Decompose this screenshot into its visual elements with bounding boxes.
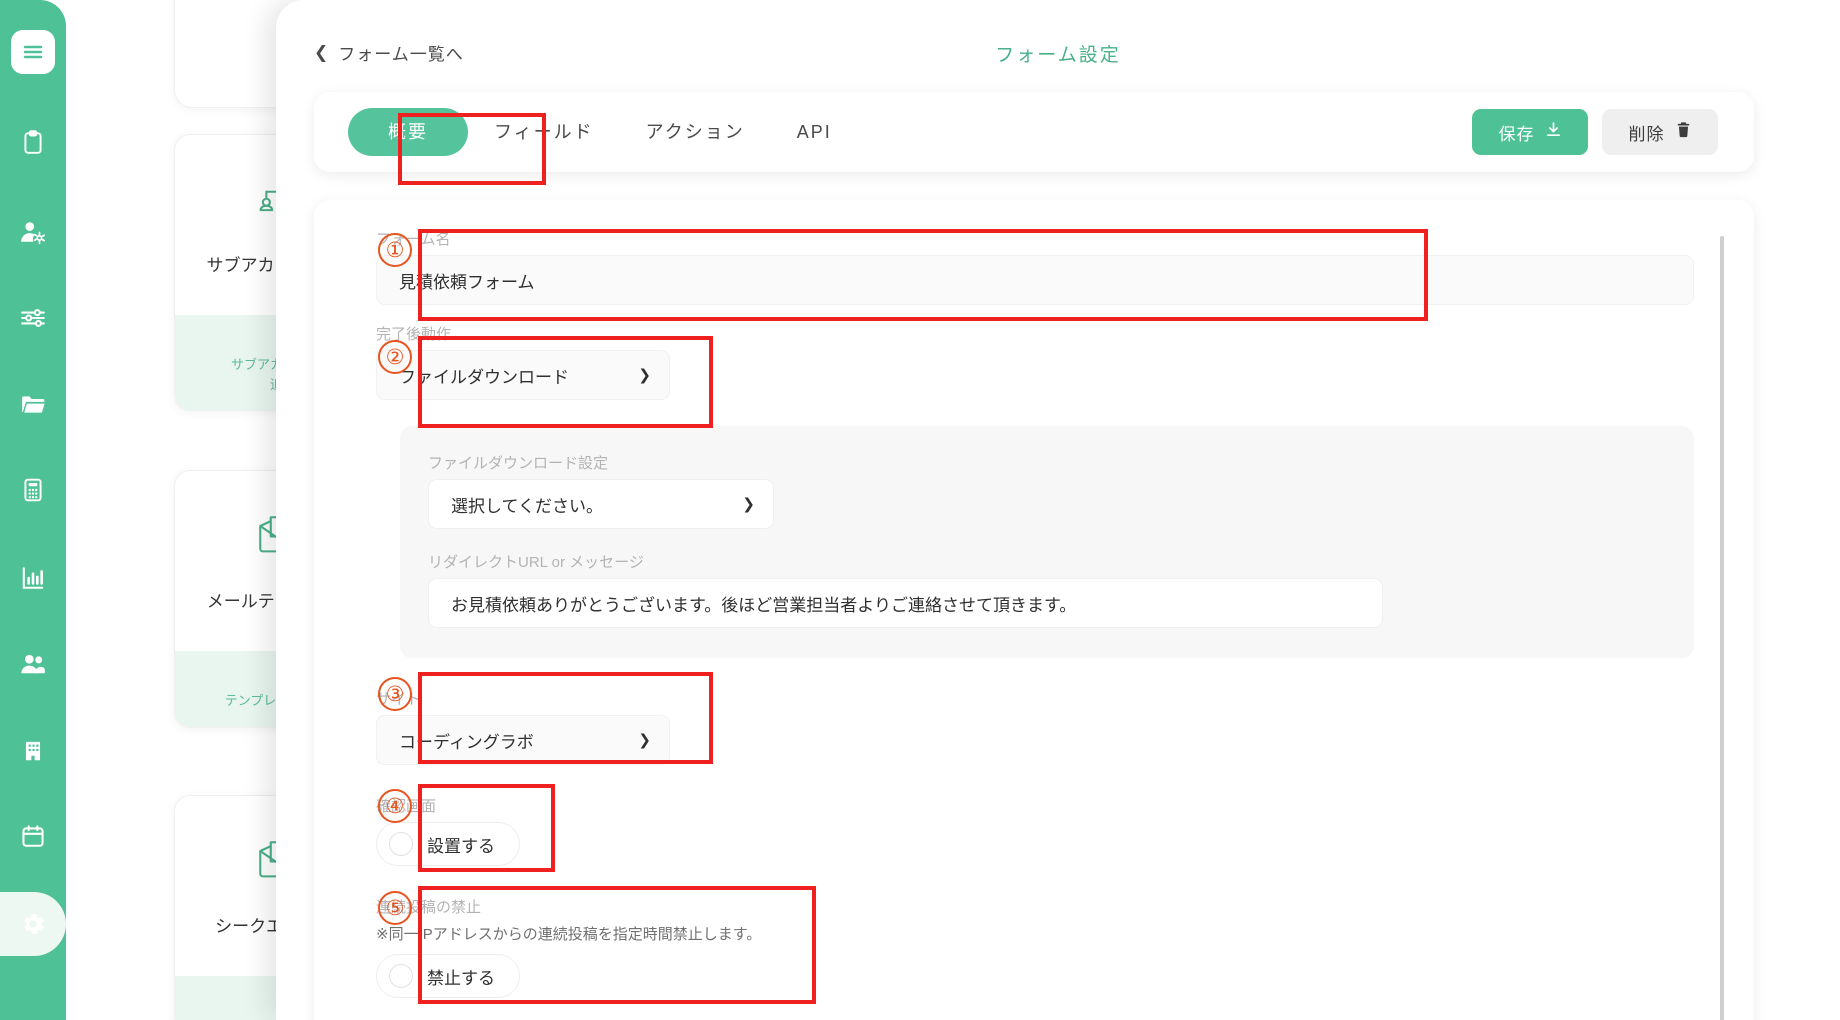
sidebar-rail: [0, 0, 66, 1020]
redirect-label: リダイレクトURL or メッセージ: [428, 554, 644, 571]
sidebar-item-calendar[interactable]: [0, 804, 66, 868]
sidebar-item-calculator[interactable]: [0, 458, 66, 522]
vertical-scrollbar[interactable]: [1720, 236, 1724, 1020]
site-value: コーディングラボ: [399, 732, 534, 752]
tab-list: 概要 フィールド アクション API: [314, 108, 858, 156]
users-icon: [20, 651, 46, 677]
form-overview-panel: フォーム名 見積依頼フォーム 完了後動作 ファイルダウンロード ❯ ファイルダウ…: [314, 200, 1754, 1020]
tabs-toolbar: 概要 フィールド アクション API 保存 削除: [314, 92, 1754, 172]
field-repost-ban: 連続投稿の禁止 ※同一IPアドレスからの連続投稿を指定時間禁止します。 禁止する: [376, 896, 1694, 998]
form-name-input[interactable]: 見積依頼フォーム: [376, 255, 1694, 305]
clipboard-icon: [20, 129, 46, 155]
chevron-down-icon: ❯: [742, 496, 755, 513]
tab-fields[interactable]: フィールド: [468, 108, 620, 156]
save-label: 保存: [1498, 124, 1535, 144]
save-button[interactable]: 保存: [1472, 109, 1588, 155]
sidebar-item-user-settings[interactable]: [0, 200, 66, 264]
sidebar-item-clipboard[interactable]: [0, 110, 66, 174]
form-fields: フォーム名 見積依頼フォーム 完了後動作 ファイルダウンロード ❯ ファイルダウ…: [314, 200, 1754, 998]
sidebar-item-menu[interactable]: [0, 20, 66, 84]
after-complete-select[interactable]: ファイルダウンロード ❯: [376, 350, 670, 400]
tab-overview[interactable]: 概要: [348, 108, 468, 156]
sidebar-item-sliders[interactable]: [0, 286, 66, 350]
field-site: サイト コーディングラボ ❯: [376, 688, 1694, 765]
repost-ban-toggle[interactable]: 禁止する: [376, 954, 520, 998]
delete-button[interactable]: 削除: [1602, 109, 1718, 155]
sidebar-item-users[interactable]: [0, 632, 66, 696]
confirm-screen-toggle-label: 設置する: [427, 836, 495, 856]
toggle-knob-icon: [389, 832, 413, 856]
site-select[interactable]: コーディングラボ ❯: [376, 715, 670, 765]
file-download-settings-label: ファイルダウンロード設定: [428, 455, 609, 472]
modal-header: ❮ フォーム一覧へ フォーム設定: [276, 0, 1840, 94]
file-download-settings-panel: ファイルダウンロード設定 選択してください。 ❯ リダイレクトURL or メッ…: [400, 426, 1694, 658]
building-icon: [20, 737, 46, 763]
chevron-down-icon: ❯: [638, 367, 651, 384]
trash-icon: [1675, 121, 1692, 143]
calendar-icon: [20, 823, 46, 849]
field-file-download-settings: ファイルダウンロード設定 選択してください。 ❯: [428, 452, 1666, 529]
sidebar-item-gear[interactable]: [0, 892, 66, 956]
after-complete-label: 完了後動作: [376, 326, 452, 343]
sidebar-item-building[interactable]: [0, 718, 66, 782]
repost-ban-note: ※同一IPアドレスからの連続投稿を指定時間禁止します。: [376, 926, 762, 943]
folder-icon: [20, 391, 46, 417]
file-download-settings-select[interactable]: 選択してください。 ❯: [428, 479, 774, 529]
tab-actions[interactable]: アクション: [620, 108, 771, 156]
sidebar-item-folder[interactable]: [0, 372, 66, 436]
site-label: サイト: [376, 691, 422, 708]
screen: フォームを選ぶ スケジュール サブアカウント管理: [0, 0, 1840, 1020]
confirm-screen-label: 確認画面: [376, 798, 437, 815]
delete-label: 削除: [1628, 124, 1665, 144]
confirm-screen-toggle[interactable]: 設置する: [376, 822, 520, 866]
repost-ban-toggle-label: 禁止する: [427, 968, 495, 988]
sidebar-item-bar-chart[interactable]: [0, 546, 66, 610]
download-icon: [1545, 121, 1562, 143]
form-name-label: フォーム名: [376, 231, 451, 248]
menu-icon[interactable]: [11, 30, 55, 74]
toggle-knob-icon: [389, 964, 413, 988]
chevron-down-icon: ❯: [638, 732, 651, 749]
gear-icon[interactable]: [0, 892, 66, 956]
redirect-input[interactable]: お見積依頼ありがとうございます。後ほど営業担当者よりご連絡させて頂きます。: [428, 578, 1383, 628]
page-title: フォーム設定: [995, 45, 1121, 66]
tab-api[interactable]: API: [771, 108, 858, 156]
bar-chart-icon: [20, 565, 46, 591]
calculator-icon: [20, 477, 46, 503]
field-confirm-screen: 確認画面 設置する: [376, 795, 1694, 866]
sliders-icon: [20, 305, 46, 331]
after-complete-value: ファイルダウンロード: [399, 367, 569, 387]
form-settings-modal: ❮ フォーム一覧へ フォーム設定 概要 フィールド アクション API 保存 削…: [276, 0, 1840, 1020]
repost-ban-label: 連続投稿の禁止: [376, 899, 482, 916]
header-actions: 保存 削除: [1472, 109, 1754, 155]
user-settings-icon: [20, 219, 46, 245]
field-form-name: フォーム名 見積依頼フォーム: [376, 228, 1694, 305]
file-download-settings-value: 選択してください。: [451, 496, 603, 516]
field-after-complete: 完了後動作 ファイルダウンロード ❯: [376, 323, 1694, 400]
field-redirect: リダイレクトURL or メッセージ お見積依頼ありがとうございます。後ほど営業…: [428, 551, 1666, 628]
